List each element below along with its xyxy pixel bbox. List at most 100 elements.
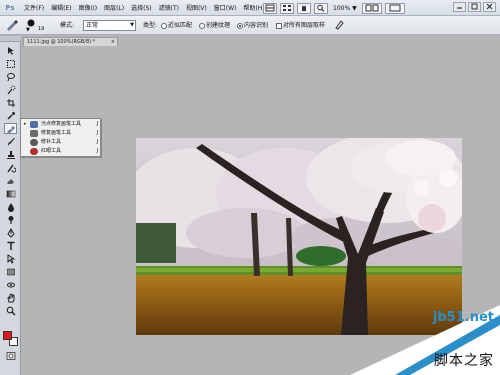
lasso-tool[interactable] [4, 71, 17, 82]
flyout-item-label: 污点修复画笔工具 [41, 121, 82, 127]
dodge-icon [8, 215, 13, 224]
hand-tool-button[interactable] [297, 2, 311, 14]
tool-preset-picker[interactable] [4, 18, 20, 34]
quick-selection-tool[interactable] [4, 84, 17, 95]
dodge-tool[interactable] [4, 214, 17, 225]
pressure-size-button[interactable] [334, 19, 344, 32]
flyout-item-healing-brush[interactable]: 修复画笔工具 J [21, 129, 101, 138]
mini-bridge-button[interactable] [280, 2, 294, 14]
quick-selection-icon [7, 85, 15, 94]
toolbox-grip[interactable] [0, 36, 21, 42]
selected-bullet-icon: • [23, 121, 27, 128]
zoom-tool[interactable] [4, 305, 17, 316]
blur-tool[interactable] [4, 201, 17, 212]
hand-icon [6, 292, 14, 302]
clone-stamp-tool[interactable] [4, 149, 17, 160]
shape-tool[interactable] [4, 266, 17, 277]
radio-proximity[interactable] [161, 22, 167, 29]
pen-icon [6, 227, 15, 238]
menu-file[interactable]: 文件(F) [24, 3, 44, 12]
document-title: 1111.jpg @ 100%(RGB/8) * [27, 39, 96, 45]
gradient-icon [6, 190, 15, 197]
watermark: jb51.net 脚本之家 [350, 305, 500, 375]
radio-content-aware[interactable] [237, 22, 243, 29]
svg-text:▼: ▼ [26, 27, 30, 32]
flyout-item-label: 红眼工具 [41, 148, 62, 154]
document-tab[interactable]: 1111.jpg @ 100%(RGB/8) * × [23, 37, 118, 46]
screen-mode-icon [389, 4, 401, 11]
launch-bridge-button[interactable] [263, 2, 277, 14]
minimize-button[interactable] [453, 2, 466, 12]
close-icon[interactable]: × [111, 38, 115, 46]
menu-layer[interactable]: 图层(L) [104, 3, 124, 12]
zoom-tool-button[interactable] [314, 2, 328, 14]
foreground-color-swatch[interactable] [3, 331, 12, 340]
radio-texture[interactable] [199, 22, 205, 29]
menu-view[interactable]: 视图(V) [186, 3, 207, 12]
history-brush-icon [6, 164, 16, 172]
eraser-tool[interactable] [4, 175, 17, 186]
flyout-item-patch[interactable]: 修补工具 J [21, 138, 101, 147]
patch-icon [30, 139, 38, 146]
hand-icon [302, 4, 306, 11]
type-tool[interactable] [4, 240, 17, 251]
screen-mode-button[interactable] [384, 2, 405, 14]
move-icon [7, 46, 14, 55]
window-controls [453, 2, 496, 12]
droplet-icon [7, 202, 14, 212]
3d-rotate-tool[interactable] [4, 279, 17, 290]
mode-value: 正常 [86, 22, 99, 29]
type-option-texture[interactable]: 创建纹理 [199, 20, 230, 29]
spot-healing-brush-tool[interactable] [4, 123, 17, 134]
maximize-button[interactable] [468, 2, 481, 12]
maximize-icon [471, 3, 478, 10]
quick-mask-button[interactable] [4, 350, 17, 361]
type-option-proximity[interactable]: 近似匹配 [161, 20, 192, 29]
pen-tool[interactable] [4, 227, 17, 238]
close-button[interactable] [483, 2, 496, 12]
path-selection-tool[interactable] [4, 253, 17, 264]
type-option-label: 近似匹配 [168, 22, 193, 29]
shortcut-key: J [96, 121, 98, 127]
history-brush-tool[interactable] [4, 162, 17, 173]
healing-brush-icon [30, 130, 38, 137]
menu-edit[interactable]: 编辑(E) [51, 3, 71, 12]
menu-image[interactable]: 图像(I) [79, 3, 97, 12]
type-option-label: 内容识别 [244, 22, 269, 29]
menu-help[interactable]: 帮助(H) [243, 3, 264, 12]
crop-tool[interactable] [4, 97, 17, 108]
flyout-item-label: 修补工具 [41, 139, 62, 145]
bandage-icon [6, 125, 15, 134]
marquee-tool[interactable] [4, 58, 17, 69]
eraser-icon [6, 178, 14, 184]
mode-select[interactable]: 正常 ▼ [83, 20, 136, 31]
eyedropper-tool[interactable] [4, 110, 17, 121]
gradient-tool[interactable] [4, 188, 17, 199]
sample-all-layers-option[interactable]: 对所有图层取样 [276, 20, 325, 29]
watermark-text: 脚本之家 [434, 353, 494, 369]
menu-filter[interactable]: 滤镜(T) [159, 3, 179, 12]
options-bar: ▼ 19 模式: 正常 ▼ 类型: 近似匹配 创建纹理 内容识别 对所有图层取样 [0, 16, 500, 35]
sample-all-layers-checkbox[interactable] [276, 22, 282, 29]
chevron-down-icon: ▼ [130, 22, 134, 28]
menu-select[interactable]: 选择(S) [131, 3, 152, 12]
arrange-documents-button[interactable] [361, 2, 382, 14]
rotate-3d-icon [6, 282, 15, 287]
crop-icon [6, 98, 15, 107]
brush-picker[interactable]: ▼ [24, 18, 38, 34]
type-option-content-aware[interactable]: 内容识别 [237, 20, 268, 29]
move-tool[interactable] [4, 45, 17, 56]
flyout-item-spot-healing-brush[interactable]: • 污点修复画笔工具 J [21, 120, 101, 129]
menu-bar: Ps 文件(F) 编辑(E) 图像(I) 图层(L) 选择(S) 滤镜(T) 视… [0, 0, 500, 16]
zoom-level[interactable]: 100% ▼ [331, 5, 359, 12]
menu-window[interactable]: 窗口(W) [214, 3, 237, 12]
flyout-item-red-eye[interactable]: 红眼工具 J [21, 147, 101, 156]
shortcut-key: J [96, 148, 98, 154]
hand-tool[interactable] [4, 292, 17, 303]
brush-tool[interactable] [4, 136, 17, 147]
magnifier-icon [317, 4, 325, 12]
brush-icon [7, 137, 15, 146]
close-icon [486, 3, 493, 10]
quick-mask-icon [6, 351, 15, 360]
shortcut-key: J [96, 130, 98, 136]
